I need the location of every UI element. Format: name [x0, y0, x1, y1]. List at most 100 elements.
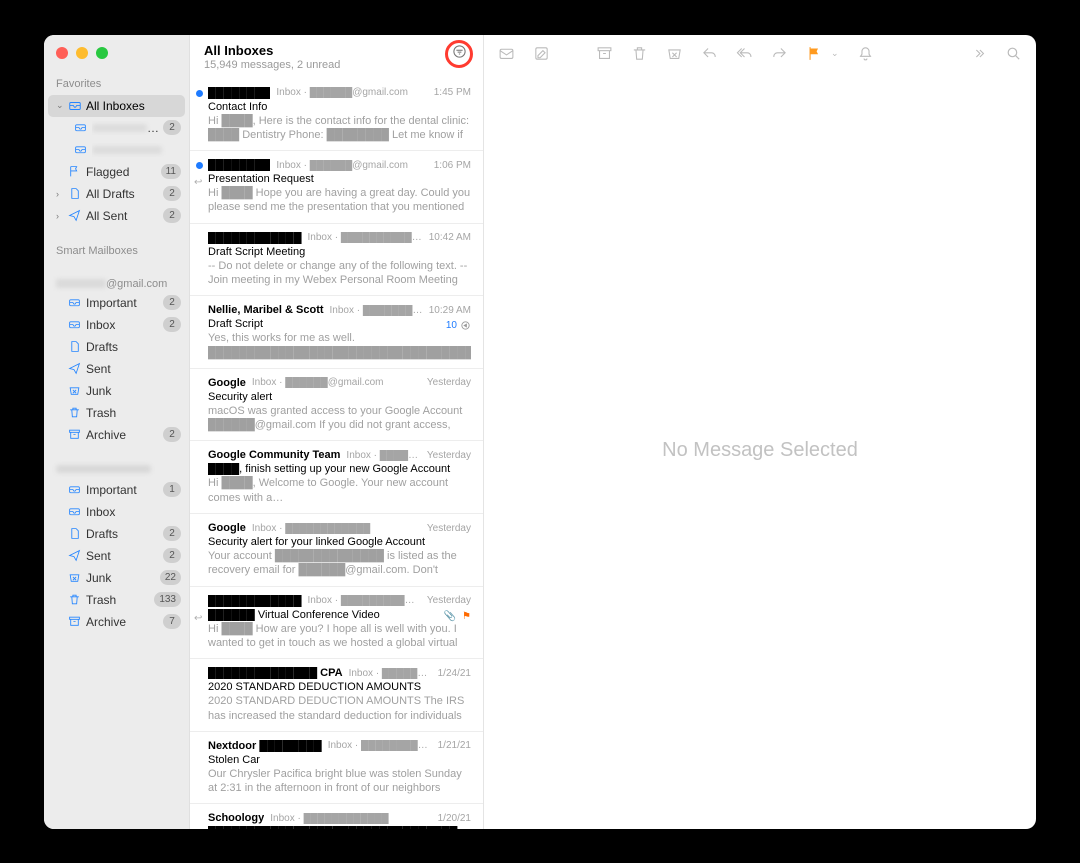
- message-row[interactable]: SchoologyInbox · ████████████1/20/21████…: [190, 804, 483, 828]
- message-row[interactable]: Google Community Team Inbox · ██████ Yeste…: [190, 441, 483, 514]
- filter-button-highlight: [445, 40, 473, 68]
- mark-read-icon[interactable]: [498, 45, 515, 62]
- sidebar-item-drafts-1[interactable]: Drafts: [44, 336, 189, 358]
- count-badge: 11: [161, 164, 181, 179]
- count-badge: 2: [163, 526, 181, 541]
- message-list-header: All Inboxes 15,949 messages, 2 unread: [190, 35, 483, 79]
- sidebar-item-flagged[interactable]: Flagged 11: [44, 161, 189, 183]
- sidebar-item-label: All Sent: [86, 209, 163, 223]
- message-time: 1:06 PM: [434, 160, 471, 171]
- reply-all-icon[interactable]: [736, 45, 753, 62]
- message-mailbox: Inbox · ████████████: [270, 813, 431, 824]
- unread-badge: 2: [163, 120, 181, 135]
- sidebar-header-account2: [44, 460, 189, 479]
- sidebar-item-label: @g…: [92, 121, 163, 135]
- sidebar-item-all-sent[interactable]: › All Sent 2: [44, 205, 189, 227]
- message-row[interactable]: ↩████████████Inbox · ████████████Yesterd…: [190, 587, 483, 660]
- junk-icon: [68, 384, 86, 397]
- message-time: 1:45 PM: [434, 87, 471, 98]
- sidebar-item-label: Inbox: [86, 505, 183, 519]
- reply-icon[interactable]: [701, 45, 718, 62]
- count-badge: 2: [163, 186, 181, 201]
- sidebar-item-label: Junk: [86, 384, 183, 398]
- junk-icon[interactable]: [666, 45, 683, 62]
- sidebar-item-junk-1[interactable]: Junk: [44, 380, 189, 402]
- zoom-icon[interactable]: [96, 47, 108, 59]
- archive-icon[interactable]: [596, 45, 613, 62]
- count-badge: 2: [163, 427, 181, 442]
- close-icon[interactable]: [56, 47, 68, 59]
- minimize-icon[interactable]: [76, 47, 88, 59]
- message-sender: Google Community Team: [208, 449, 340, 461]
- sidebar-item-junk-2[interactable]: Junk22: [44, 567, 189, 589]
- message-sender: Nextdoor ████████: [208, 740, 322, 752]
- sidebar-item-all-inboxes[interactable]: ⌄ All Inboxes: [48, 95, 185, 117]
- message-time: Yesterday: [427, 450, 471, 461]
- sidebar-item-inbox-b[interactable]: [44, 139, 189, 161]
- count-badge: 1: [163, 482, 181, 497]
- forward-icon[interactable]: [771, 45, 788, 62]
- compose-icon[interactable]: [533, 45, 550, 62]
- message-row[interactable]: ↩████████Inbox · ██████@gmail.com1:06 PM…: [190, 151, 483, 224]
- message-time: 1/21/21: [438, 740, 471, 751]
- message-sender: Google: [208, 522, 246, 534]
- inbox-icon: [74, 121, 92, 134]
- flag-menu-chevron-icon[interactable]: ⌄: [831, 48, 839, 59]
- message-row[interactable]: ████████████Inbox · ████████████10:42 AM…: [190, 224, 483, 297]
- message-preview: Our Chrysler Pacifica bright blue was st…: [208, 767, 471, 796]
- message-preview: -- Do not delete or change any of the fo…: [208, 259, 471, 288]
- message-row[interactable]: GoogleInbox · ██████@gmail.comYesterdayS…: [190, 369, 483, 442]
- trash-icon[interactable]: [631, 45, 648, 62]
- paper-plane-icon: [68, 549, 86, 562]
- message-mailbox: Inbox · ██████: [346, 450, 420, 461]
- message-mailbox: Inbox · ██████████: [330, 305, 423, 316]
- archive-icon: [68, 428, 86, 441]
- sidebar-item-label: Archive: [86, 428, 163, 442]
- message-subject: Contact Info: [208, 101, 471, 113]
- sidebar-item-trash-2[interactable]: Trash133: [44, 589, 189, 611]
- message-mailbox: Inbox · ██████@gmail.com: [252, 377, 421, 388]
- sidebar-item-sent-1[interactable]: Sent: [44, 358, 189, 380]
- message-time: Yesterday: [427, 595, 471, 606]
- message-row[interactable]: ██████████████ CPAInbox · ████████1/24/2…: [190, 659, 483, 732]
- message-row[interactable]: Nextdoor ████████Inbox · ████████████1/2…: [190, 732, 483, 805]
- count-badge: 2: [163, 317, 181, 332]
- empty-state-text: No Message Selected: [484, 73, 1036, 829]
- attachment-icon: 📎: [444, 611, 456, 622]
- thread-indicator: 10: [446, 320, 471, 331]
- inbox-icon: [68, 318, 86, 331]
- count-badge: 2: [163, 208, 181, 223]
- sidebar-item-sent-2[interactable]: Sent2: [44, 545, 189, 567]
- sidebar-item-label: All Drafts: [86, 187, 163, 201]
- sidebar-item-inbox-2[interactable]: Inbox: [44, 501, 189, 523]
- trash-icon: [68, 593, 86, 606]
- sidebar-item-label: Important: [86, 483, 163, 497]
- message-row[interactable]: GoogleInbox · ████████████YesterdaySecur…: [190, 514, 483, 587]
- sidebar-item-archive-1[interactable]: Archive2: [44, 424, 189, 446]
- search-icon[interactable]: [1005, 45, 1022, 62]
- sidebar-item-inbox-a[interactable]: @g… 2: [44, 117, 189, 139]
- count-badge: 2: [163, 548, 181, 563]
- sidebar-header-favorites: Favorites: [44, 74, 189, 95]
- sidebar-item-label: All Inboxes: [86, 99, 179, 113]
- chevron-right-icon: ›: [56, 211, 66, 221]
- trash-icon: [68, 406, 86, 419]
- sidebar-item-inbox-1[interactable]: Inbox2: [44, 314, 189, 336]
- flag-icon: ⚑: [462, 611, 471, 622]
- message-row[interactable]: Nellie, Maribel & ScottInbox · █████████…: [190, 296, 483, 369]
- message-sender: ████████: [208, 87, 270, 99]
- document-icon: [68, 527, 86, 540]
- sidebar-item-all-drafts[interactable]: › All Drafts 2: [44, 183, 189, 205]
- message-row[interactable]: ████████Inbox · ██████@gmail.com1:45 PMC…: [190, 79, 483, 152]
- flag-icon[interactable]: [806, 45, 823, 62]
- message-subject: Stolen Car: [208, 754, 471, 766]
- filter-icon[interactable]: [452, 44, 467, 64]
- sidebar-item-drafts-2[interactable]: Drafts2: [44, 523, 189, 545]
- sidebar-item-archive-2[interactable]: Archive7: [44, 611, 189, 633]
- mute-icon[interactable]: [857, 45, 874, 62]
- overflow-icon[interactable]: [970, 45, 987, 62]
- sidebar-item-trash-1[interactable]: Trash: [44, 402, 189, 424]
- sidebar-item-important-2[interactable]: Important1: [44, 479, 189, 501]
- sidebar-item-important[interactable]: Important2: [44, 292, 189, 314]
- sidebar-item-label: Inbox: [86, 318, 163, 332]
